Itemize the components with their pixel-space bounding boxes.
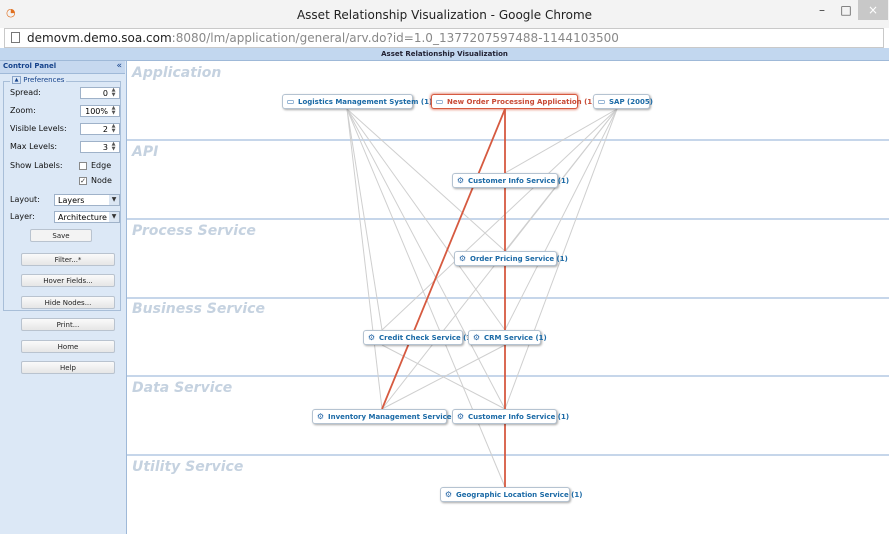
node-sap[interactable]: ▭ SAP (2005) bbox=[593, 94, 653, 109]
stepper-arrows-icon[interactable]: ▲ ▼ bbox=[109, 88, 118, 98]
hover-fields-button[interactable]: Hover Fields... bbox=[21, 274, 115, 287]
zoom-value: 100% bbox=[85, 107, 108, 116]
window-icon: ▭ bbox=[597, 97, 606, 106]
print-button[interactable]: Print... bbox=[21, 318, 115, 331]
node-inventory-management-service[interactable]: ⚙ Inventory Management Service (1) bbox=[312, 409, 465, 424]
stepper-arrows-icon[interactable]: ▲ ▼ bbox=[109, 106, 118, 116]
zoom-stepper[interactable]: 100% ▲ ▼ bbox=[80, 105, 120, 117]
home-button[interactable]: Home bbox=[21, 340, 115, 353]
node-label: Customer Info Service (1) bbox=[468, 413, 570, 421]
max-levels-stepper[interactable]: 3 ▲ ▼ bbox=[80, 141, 120, 153]
node-label: New Order Processing Application (1) bbox=[447, 98, 596, 106]
api-icon: ⚙ bbox=[456, 176, 465, 185]
node-label: Customer Info Service (1) bbox=[468, 177, 570, 185]
preferences-title: Preferences bbox=[23, 76, 65, 84]
lane-label-process-service: Process Service bbox=[132, 223, 256, 239]
filter-button[interactable]: Filter...* bbox=[21, 253, 115, 266]
max-levels-label: Max Levels: bbox=[10, 142, 58, 151]
page-icon bbox=[11, 32, 20, 43]
layer-label: Layer: bbox=[10, 212, 35, 221]
zoom-label: Zoom: bbox=[10, 106, 36, 115]
node-geographic-location-service[interactable]: ⚙ Geographic Location Service (1) bbox=[440, 487, 582, 502]
lane-label-business-service: Business Service bbox=[132, 301, 265, 317]
url-host: demovm.demo.soa.com bbox=[27, 31, 172, 45]
spread-label: Spread: bbox=[10, 88, 41, 97]
stepper-arrows-icon[interactable]: ▲ ▼ bbox=[109, 124, 118, 134]
spread-value: 0 bbox=[102, 89, 108, 98]
lane-label-application: Application bbox=[132, 65, 222, 81]
gear-icon: ⚙ bbox=[367, 333, 376, 342]
node-label: Inventory Management Service (1) bbox=[328, 413, 466, 421]
layer-select[interactable]: Architecture L ▼ bbox=[54, 211, 120, 223]
collapse-preferences-icon[interactable]: ▲ bbox=[12, 76, 21, 84]
gear-icon: ⚙ bbox=[456, 412, 465, 421]
control-panel-title: Control Panel bbox=[3, 62, 57, 70]
node-label: SAP (2005) bbox=[609, 98, 653, 106]
window-title: Asset Relationship Visualization - Googl… bbox=[296, 8, 593, 22]
url-text[interactable]: demovm.demo.soa.com:8080/lm/application/… bbox=[27, 31, 619, 45]
lane-label-api: API bbox=[132, 144, 159, 160]
window-icon: ▭ bbox=[435, 97, 444, 106]
edge-checkbox-label: Edge bbox=[91, 161, 112, 170]
edge-checkbox[interactable] bbox=[79, 162, 87, 170]
chevron-down-icon[interactable]: ▼ bbox=[109, 212, 119, 222]
address-bar[interactable]: demovm.demo.soa.com:8080/lm/application/… bbox=[4, 28, 884, 48]
gear-icon: ⚙ bbox=[458, 254, 467, 263]
node-label: Credit Check Service (1) bbox=[379, 334, 475, 342]
node-label: CRM Service (1) bbox=[484, 334, 547, 342]
page-header: Asset Relationship Visualization bbox=[0, 48, 889, 61]
chevron-down-icon[interactable]: ▼ bbox=[109, 195, 119, 205]
gear-icon: ⚙ bbox=[472, 333, 481, 342]
layout-select[interactable]: Layers ▼ bbox=[54, 194, 120, 206]
close-button[interactable]: × bbox=[858, 0, 888, 20]
visible-levels-stepper[interactable]: 2 ▲ ▼ bbox=[80, 123, 120, 135]
help-button[interactable]: Help bbox=[21, 361, 115, 374]
control-panel: Control Panel « ▲ Preferences Spread: 0 … bbox=[0, 61, 127, 534]
node-customer-info-service-api[interactable]: ⚙ Customer Info Service (1) bbox=[452, 173, 569, 188]
node-credit-check-service[interactable]: ⚙ Credit Check Service (1) bbox=[363, 330, 474, 345]
window-titlebar: ◔ Asset Relationship Visualization - Goo… bbox=[0, 0, 889, 28]
control-panel-header: Control Panel « bbox=[0, 61, 125, 74]
node-crm-service[interactable]: ⚙ CRM Service (1) bbox=[468, 330, 547, 345]
layout-value: Layers bbox=[58, 196, 85, 205]
gear-icon: ⚙ bbox=[316, 412, 325, 421]
visible-levels-label: Visible Levels: bbox=[10, 124, 67, 133]
node-label: Logistics Management System (1) bbox=[298, 98, 433, 106]
max-levels-value: 3 bbox=[102, 143, 108, 152]
node-checkbox-label: Node bbox=[91, 176, 112, 185]
visualization-canvas[interactable]: Application API Process Service Business… bbox=[127, 61, 889, 534]
layer-value: Architecture L bbox=[58, 213, 114, 222]
lane-label-data-service: Data Service bbox=[132, 380, 233, 396]
save-button[interactable]: Save bbox=[30, 229, 92, 242]
node-customer-info-service-data[interactable]: ⚙ Customer Info Service (1) bbox=[452, 409, 569, 424]
collapse-panel-button[interactable]: « bbox=[116, 61, 122, 71]
url-path: :8080/lm/application/general/arv.do?id=1… bbox=[171, 31, 619, 45]
node-order-pricing-service[interactable]: ⚙ Order Pricing Service (1) bbox=[454, 251, 568, 266]
window-icon: ▭ bbox=[286, 97, 295, 106]
node-label: Geographic Location Service (1) bbox=[456, 491, 583, 499]
spread-stepper[interactable]: 0 ▲ ▼ bbox=[80, 87, 120, 99]
show-labels-label: Show Labels: bbox=[10, 161, 63, 170]
hide-nodes-button[interactable]: Hide Nodes... bbox=[21, 296, 115, 309]
lane-label-utility-service: Utility Service bbox=[132, 459, 244, 475]
page-title: Asset Relationship Visualization bbox=[381, 50, 508, 58]
layout-label: Layout: bbox=[10, 195, 40, 204]
node-new-order-processing-application[interactable]: ▭ New Order Processing Application (1) bbox=[431, 94, 595, 109]
node-checkbox[interactable]: ✓ bbox=[79, 177, 87, 185]
maximize-button[interactable]: □ bbox=[834, 0, 858, 20]
minimize-button[interactable]: – bbox=[810, 0, 834, 20]
node-logistics-management-system[interactable]: ▭ Logistics Management System (1) bbox=[282, 94, 432, 109]
node-label: Order Pricing Service (1) bbox=[470, 255, 568, 263]
relationship-edge bbox=[346, 108, 383, 410]
preferences-legend[interactable]: ▲ Preferences bbox=[10, 76, 67, 84]
gear-icon: ⚙ bbox=[444, 490, 453, 499]
visible-levels-value: 2 bbox=[102, 125, 108, 134]
stepper-arrows-icon[interactable]: ▲ ▼ bbox=[109, 142, 118, 152]
